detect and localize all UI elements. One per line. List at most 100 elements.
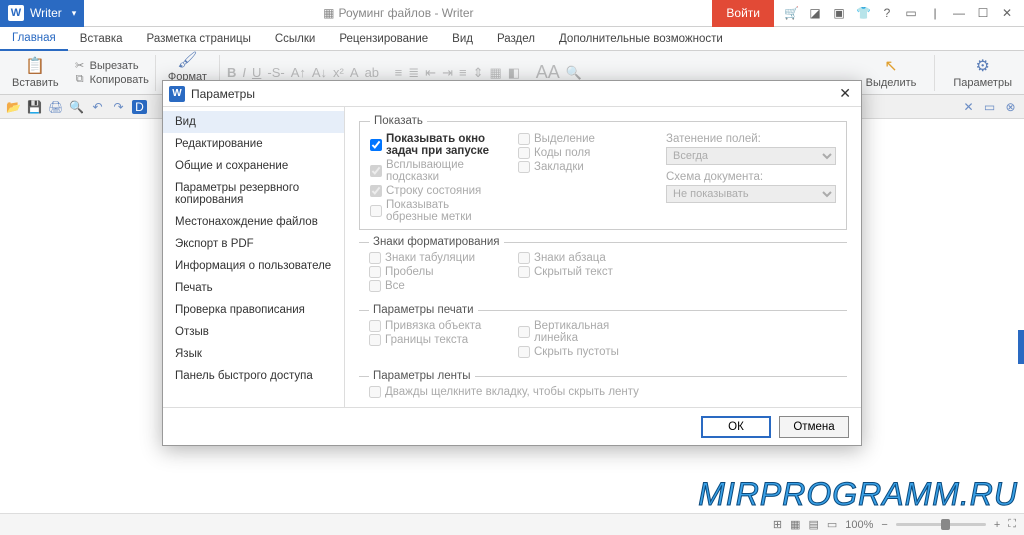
side-panel-handle[interactable] — [1018, 330, 1024, 364]
cart-icon[interactable]: 🛒 — [784, 6, 798, 20]
chk-hideempty[interactable]: Скрыть пустоты — [518, 346, 651, 358]
chk-hidden[interactable]: Скрытый текст — [518, 266, 651, 278]
maximize-icon[interactable]: ☐ — [976, 6, 990, 20]
font-grow-icon[interactable]: A↑ — [290, 65, 307, 80]
nav-spelling[interactable]: Проверка правописания — [163, 299, 344, 321]
theme-icon[interactable]: ◪ — [808, 6, 822, 20]
chk-spaces[interactable]: Пробелы — [369, 266, 502, 278]
bold-icon[interactable]: B — [226, 65, 237, 80]
chk-anchor[interactable]: Привязка объекта — [369, 320, 502, 332]
chk-textbounds[interactable]: Границы текста — [369, 334, 502, 346]
paste-button[interactable]: 📋 Вставить — [6, 54, 65, 91]
chk-selection[interactable]: Выделение — [518, 133, 650, 145]
indent-inc-icon[interactable]: ⇥ — [441, 65, 454, 81]
tab-references[interactable]: Ссылки — [263, 27, 328, 51]
save-icon[interactable]: 💾 — [27, 100, 42, 114]
chk-tabs[interactable]: Знаки табуляции — [369, 252, 502, 264]
tab-layout[interactable]: Разметка страницы — [135, 27, 263, 51]
cut-button[interactable]: ✂Вырезать — [73, 59, 149, 72]
zoom-in-icon[interactable]: + — [994, 519, 1000, 531]
select-doc-map[interactable]: Не показывать — [666, 185, 836, 203]
preview-icon[interactable]: 🔍 — [69, 100, 84, 114]
fullscreen-icon[interactable]: ⛶ — [1008, 518, 1016, 531]
closedoc-icon[interactable]: ⊗ — [1003, 100, 1018, 114]
italic-icon[interactable]: I — [241, 65, 247, 80]
skin-icon[interactable]: 👕 — [856, 6, 870, 20]
chk-statusbar[interactable]: Строку состояния — [370, 185, 502, 197]
indent-dec-icon[interactable]: ⇤ — [424, 65, 437, 81]
chk-fieldcodes[interactable]: Коды поля — [518, 147, 650, 159]
cancel-button[interactable]: Отмена — [779, 416, 849, 438]
nav-print[interactable]: Печать — [163, 277, 344, 299]
find-icon[interactable]: 🔍 — [565, 65, 583, 81]
chk-vruler[interactable]: Вертикальная линейка — [518, 320, 651, 344]
nav-userinfo[interactable]: Информация о пользователе — [163, 255, 344, 277]
zoom-out-icon[interactable]: − — [881, 519, 887, 531]
minimize-icon[interactable]: — — [952, 6, 966, 20]
login-button[interactable]: Войти — [712, 0, 774, 27]
line-spacing-icon[interactable]: ⇕ — [472, 65, 485, 81]
copy-icon: ⧉ — [73, 73, 87, 86]
chk-paragraph[interactable]: Знаки абзаца — [518, 252, 651, 264]
view-web-icon[interactable]: ▦ — [790, 518, 800, 531]
copy-button[interactable]: ⧉Копировать — [73, 73, 149, 86]
tab-insert[interactable]: Вставка — [68, 27, 135, 51]
group-ribbon-legend: Параметры ленты — [369, 370, 475, 382]
select-button[interactable]: ↖ Выделить — [860, 54, 923, 91]
settings-button[interactable]: ⚙ Параметры — [947, 54, 1018, 91]
tab-section[interactable]: Раздел — [485, 27, 547, 51]
zoom-slider[interactable] — [896, 523, 986, 526]
nav-editing[interactable]: Редактирование — [163, 133, 344, 155]
tab-view[interactable]: Вид — [440, 27, 485, 51]
strike-icon[interactable]: -S- — [266, 65, 285, 80]
nav-filelocations[interactable]: Местонахождение файлов — [163, 211, 344, 233]
font-shrink-icon[interactable]: A↓ — [311, 65, 328, 80]
view-read-icon[interactable]: ▭ — [827, 518, 837, 531]
help-icon[interactable]: ? — [880, 6, 894, 20]
nav-feedback[interactable]: Отзыв — [163, 321, 344, 343]
select-field-shading[interactable]: Всегда — [666, 147, 836, 165]
tab-home[interactable]: Главная — [0, 27, 68, 51]
screenshot-icon[interactable]: ▣ — [832, 6, 846, 20]
ok-button[interactable]: ОК — [701, 416, 771, 438]
expand-icon[interactable]: ▭ — [982, 100, 997, 114]
close-window-icon[interactable]: ✕ — [1000, 6, 1014, 20]
tab-review[interactable]: Рецензирование — [327, 27, 440, 51]
highlight-icon[interactable]: ab — [364, 65, 380, 80]
nav-language[interactable]: Язык — [163, 343, 344, 365]
chk-bookmarks[interactable]: Закладки — [518, 161, 650, 173]
view-print-icon[interactable]: ▤ — [808, 518, 818, 531]
d-icon[interactable]: D — [132, 100, 147, 114]
shading-icon[interactable]: ◧ — [507, 65, 521, 81]
chk-tooltips[interactable]: Всплывающие подсказки — [370, 159, 502, 183]
label-doc-map: Схема документа: — [666, 171, 836, 183]
undo-icon[interactable]: ↶ — [90, 100, 105, 114]
nav-backup[interactable]: Параметры резервного копирования — [163, 177, 344, 211]
pin-icon[interactable]: ▭ — [904, 6, 918, 20]
app-menu-button[interactable]: W Writer ▾ — [0, 0, 84, 27]
borders-icon[interactable]: ▦ — [488, 65, 502, 81]
group-show-legend: Показать — [370, 115, 427, 127]
list-number-icon[interactable]: ≣ — [407, 65, 420, 81]
print-icon[interactable]: 🖨 — [48, 100, 63, 114]
open-icon[interactable]: 📂 — [6, 100, 21, 114]
nav-pdf[interactable]: Экспорт в PDF — [163, 233, 344, 255]
chk-startup-task[interactable]: Показывать окно задач при запуске — [370, 133, 502, 157]
chk-cropmarks[interactable]: Показывать обрезные метки — [370, 199, 502, 223]
close-icon[interactable]: ✕ — [961, 100, 976, 114]
align-icon[interactable]: ≡ — [458, 65, 468, 80]
view-outline-icon[interactable]: ⊞ — [773, 518, 782, 531]
font-color-icon[interactable]: A — [349, 65, 360, 80]
list-bullet-icon[interactable]: ≡ — [394, 65, 404, 80]
redo-icon[interactable]: ↷ — [111, 100, 126, 114]
tab-extra[interactable]: Дополнительные возможности — [547, 27, 735, 51]
chk-dblclick-hide[interactable]: Дважды щелкните вкладку, чтобы скрыть ле… — [369, 386, 837, 398]
superscript-icon[interactable]: x² — [332, 65, 345, 80]
underline-icon[interactable]: U — [251, 65, 262, 80]
nav-quickaccess[interactable]: Панель быстрого доступа — [163, 365, 344, 387]
nav-view[interactable]: Вид — [163, 111, 344, 133]
dialog-close-button[interactable]: ✕ — [835, 85, 855, 102]
nav-general[interactable]: Общие и сохранение — [163, 155, 344, 177]
chk-all[interactable]: Все — [369, 280, 502, 292]
caret-down-icon: ▾ — [72, 8, 77, 19]
